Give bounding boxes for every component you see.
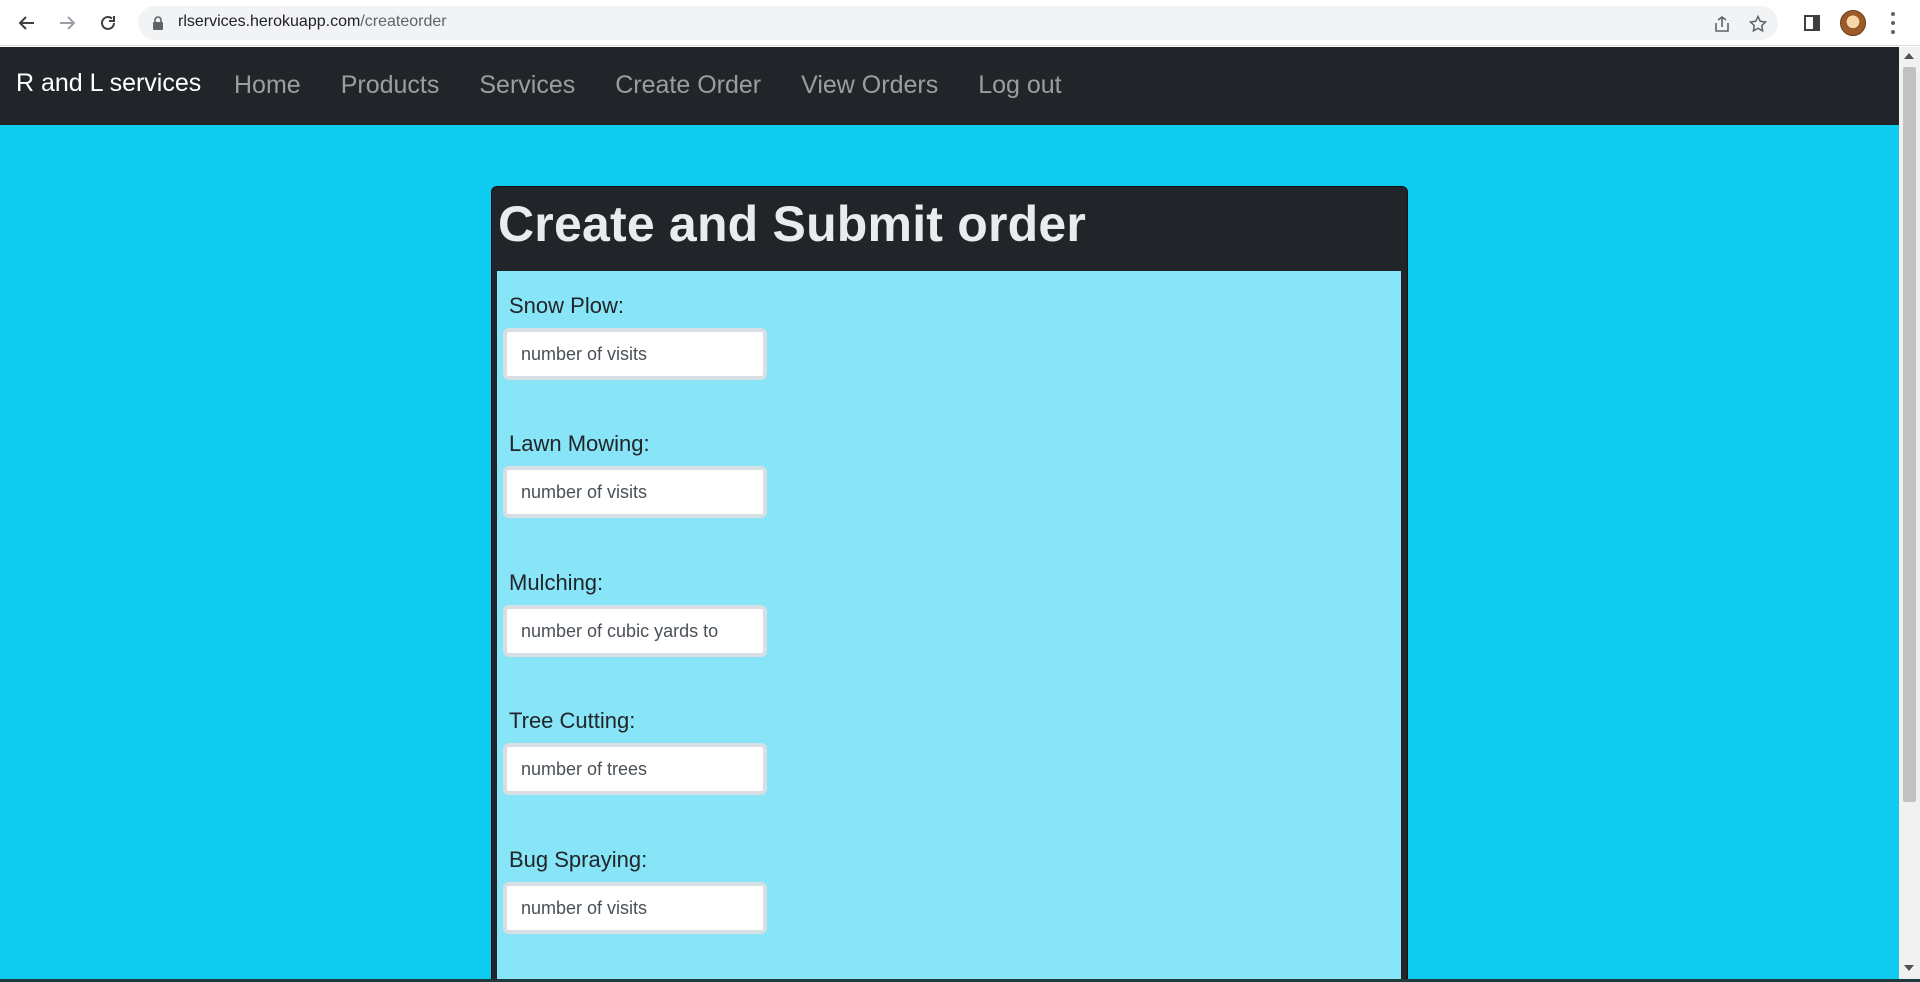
more-menu-icon[interactable]: [1886, 12, 1900, 34]
snow-plow-input[interactable]: [503, 328, 767, 380]
bug-spraying-label: Bug Spraying:: [509, 847, 648, 872]
scroll-up-arrow-icon[interactable]: [1904, 53, 1914, 59]
field-snow-plow: Snow Plow:: [503, 293, 767, 380]
scrollbar-thumb[interactable]: [1903, 67, 1916, 802]
nav-links: Home Products Services Create Order View…: [214, 71, 1082, 100]
side-panel-icon[interactable]: [1800, 11, 1824, 35]
field-bug-spraying: Bug Spraying:: [503, 847, 767, 934]
order-card: Create and Submit order Snow Plow: Lawn …: [491, 186, 1408, 979]
order-form: Snow Plow: Lawn Mowing: Mulching: Tree C…: [497, 271, 1401, 979]
page-title: Create and Submit order: [498, 196, 1087, 252]
page-viewport: R and L services Home Products Services …: [0, 47, 1899, 979]
bug-spraying-input[interactable]: [503, 882, 767, 934]
forward-arrow-icon[interactable]: [53, 9, 81, 37]
share-icon[interactable]: [1712, 14, 1732, 34]
lawn-mowing-label: Lawn Mowing:: [509, 431, 650, 456]
mulching-label: Mulching:: [509, 570, 604, 595]
nav-link-products[interactable]: Products: [321, 71, 460, 100]
lock-icon: [153, 16, 163, 30]
url-text: rlservices.herokuapp.com/createorder: [178, 13, 447, 31]
nav-link-services[interactable]: Services: [459, 71, 595, 100]
nav-link-create-order[interactable]: Create Order: [595, 71, 781, 100]
navbar-brand[interactable]: R and L services: [16, 69, 201, 98]
lawn-mowing-input[interactable]: [503, 466, 767, 518]
nav-link-home[interactable]: Home: [214, 71, 321, 100]
field-tree-cutting: Tree Cutting:: [503, 708, 767, 795]
nav-link-view-orders[interactable]: View Orders: [781, 71, 958, 100]
field-lawn-mowing: Lawn Mowing:: [503, 431, 767, 518]
scroll-down-arrow-icon[interactable]: [1904, 965, 1914, 971]
profile-avatar[interactable]: [1840, 10, 1866, 36]
url-host: rlservices.herokuapp.com: [178, 13, 361, 30]
snow-plow-label: Snow Plow:: [509, 293, 624, 318]
star-icon[interactable]: [1748, 14, 1768, 34]
tree-cutting-input[interactable]: [503, 743, 767, 795]
browser-toolbar: rlservices.herokuapp.com/createorder: [0, 0, 1920, 46]
url-path: /createorder: [360, 13, 447, 30]
address-bar[interactable]: rlservices.herokuapp.com/createorder: [138, 6, 1778, 40]
page-scrollbar[interactable]: [1899, 47, 1920, 979]
field-mulching: Mulching:: [503, 570, 767, 657]
navbar: R and L services Home Products Services …: [0, 47, 1899, 125]
tree-cutting-label: Tree Cutting:: [509, 708, 636, 733]
nav-link-log-out[interactable]: Log out: [958, 71, 1081, 100]
mulching-input[interactable]: [503, 605, 767, 657]
back-arrow-icon[interactable]: [13, 9, 41, 37]
reload-icon[interactable]: [94, 9, 122, 37]
